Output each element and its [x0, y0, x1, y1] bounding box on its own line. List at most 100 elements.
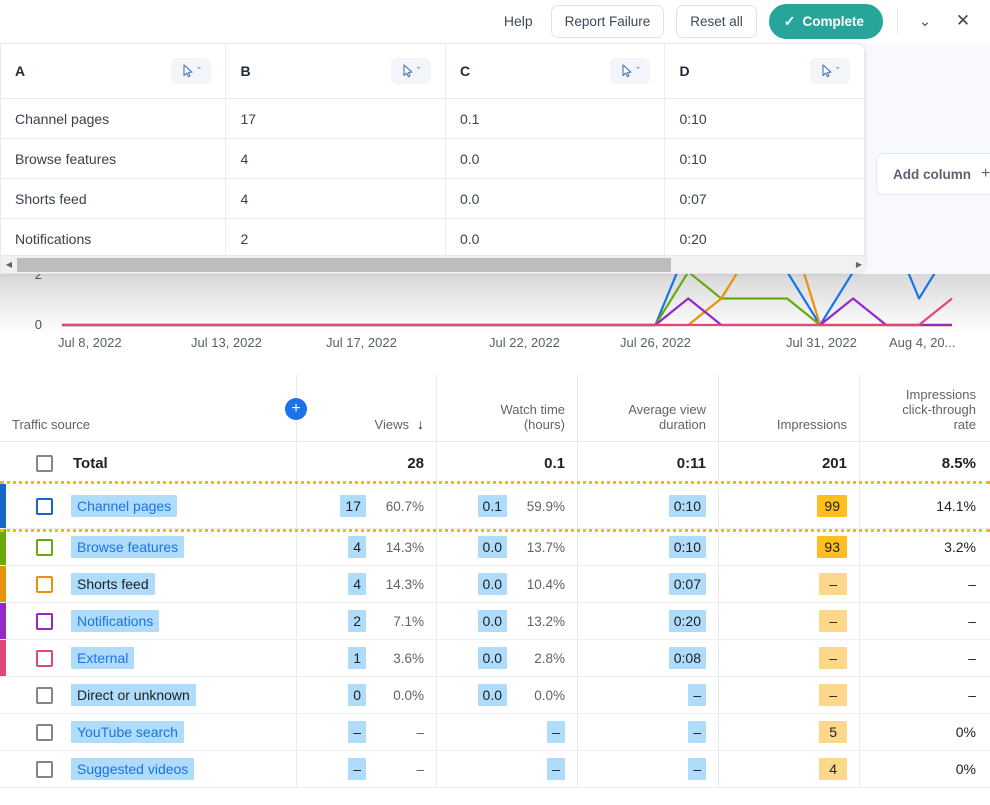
row-checkbox[interactable]: [36, 687, 53, 704]
help-link[interactable]: Help: [498, 9, 539, 33]
table-row[interactable]: Suggested videos––––40%: [0, 751, 990, 788]
row-checkbox[interactable]: [36, 724, 53, 741]
traffic-source-link[interactable]: Channel pages: [71, 495, 177, 517]
traffic-source-link[interactable]: YouTube search: [71, 721, 184, 743]
scroll-left-arrow-icon[interactable]: ◀: [1, 260, 17, 269]
sheet-cell[interactable]: 0.0: [446, 219, 665, 259]
sheet-cell[interactable]: 0.1: [446, 99, 665, 139]
average-view-duration-value: –: [688, 684, 706, 706]
sheet-cell[interactable]: 0:10: [665, 139, 865, 179]
watch-time-value: 0.1: [478, 495, 507, 517]
views-value: 4: [348, 536, 366, 558]
impressions-cell: 5: [719, 714, 860, 750]
watch-time-percent: 10.4%: [521, 577, 565, 592]
impressions-cell: –: [719, 640, 860, 676]
table-row[interactable]: Channel pages1760.7%0.159.9%0:109914.1%: [0, 484, 990, 529]
traffic-source-link[interactable]: Notifications: [71, 610, 159, 632]
scrollbar-thumb[interactable]: [17, 258, 671, 272]
toolbar-divider: [897, 8, 898, 34]
table-row[interactable]: YouTube search––––50%: [0, 714, 990, 751]
row-checkbox[interactable]: [36, 539, 53, 556]
column-header-label-line2: (hours): [500, 417, 565, 432]
sheet-cell[interactable]: 0:10: [665, 99, 865, 139]
sheet-column-header-b: Bˇ: [226, 44, 445, 99]
table-row[interactable]: Browse features414.3%0.013.7%0:10933.2%: [0, 529, 990, 566]
ctr-value: –: [968, 650, 976, 666]
views-percent: 60.7%: [380, 499, 424, 514]
average-view-duration-value: 0:08: [669, 647, 706, 669]
sheet-cell[interactable]: 0:07: [665, 179, 865, 219]
total-ctr: 8.5%: [860, 442, 990, 484]
average-view-duration-value: 0:20: [669, 610, 706, 632]
select-all-checkbox[interactable]: [36, 455, 53, 472]
scrollbar-track[interactable]: [17, 256, 851, 274]
sheet-cell[interactable]: Shorts feed: [1, 179, 226, 219]
pointer-icon: [621, 64, 634, 78]
sheet-cell[interactable]: 0:20: [665, 219, 865, 259]
views-value: 1: [348, 647, 366, 669]
column-header-label: Traffic source: [12, 417, 90, 432]
sheet-cell[interactable]: Browse features: [1, 139, 226, 179]
reset-all-button[interactable]: Reset all: [676, 5, 757, 38]
sheet-cell[interactable]: 2: [226, 219, 445, 259]
table-row[interactable]: External13.6%0.02.8%0:08––: [0, 640, 990, 677]
row-checkbox[interactable]: [36, 576, 53, 593]
total-views: 28: [297, 442, 437, 484]
column-header-watch-time[interactable]: Watch time (hours): [437, 375, 578, 441]
traffic-source-link[interactable]: Suggested videos: [71, 758, 194, 780]
impressions-cell: 4: [719, 751, 860, 787]
column-header-average-view-duration[interactable]: Average view duration: [578, 375, 719, 441]
table-row[interactable]: Notifications27.1%0.013.2%0:20––: [0, 603, 990, 640]
column-header-impressions-ctr[interactable]: Impressions click-through rate: [860, 375, 990, 441]
sheet-cell[interactable]: 0.0: [446, 179, 665, 219]
add-column-button[interactable]: Add column +: [876, 153, 990, 195]
total-row-source-cell: Total: [0, 442, 297, 484]
sheet-cell[interactable]: 0.0: [446, 139, 665, 179]
column-header-impressions[interactable]: Impressions: [719, 375, 860, 441]
average-view-duration-cell: –: [578, 714, 719, 750]
close-icon[interactable]: ✕: [950, 8, 976, 34]
sheet-column-menu-c[interactable]: ˇ: [610, 58, 650, 84]
row-checkbox[interactable]: [36, 613, 53, 630]
traffic-source-link[interactable]: External: [71, 647, 134, 669]
sheet-column-menu-a[interactable]: ˇ: [171, 58, 211, 84]
row-checkbox[interactable]: [36, 650, 53, 667]
sheet-column-header-d: Dˇ: [665, 44, 865, 99]
add-metric-button[interactable]: +: [285, 398, 307, 420]
series-color-bar: [0, 529, 6, 565]
traffic-source-link[interactable]: Direct or unknown: [71, 684, 196, 706]
traffic-source-link[interactable]: Shorts feed: [71, 573, 155, 595]
sheet-column-menu-d[interactable]: ˇ: [810, 58, 850, 84]
views-cell: 414.3%: [297, 529, 437, 565]
sheet-column-menu-b[interactable]: ˇ: [391, 58, 431, 84]
scroll-right-arrow-icon[interactable]: ▶: [851, 260, 866, 269]
complete-button[interactable]: ✓ Complete: [769, 4, 883, 39]
sheet-cell[interactable]: Channel pages: [1, 99, 226, 139]
chevron-down-icon[interactable]: ⌄: [912, 8, 938, 34]
row-checkbox[interactable]: [36, 761, 53, 778]
traffic-source-link[interactable]: Browse features: [71, 536, 184, 558]
table-row[interactable]: Shorts feed414.3%0.010.4%0:07––: [0, 566, 990, 603]
sheet-horizontal-scrollbar[interactable]: ◀ ▶: [1, 255, 866, 273]
sheet-cell[interactable]: 4: [226, 139, 445, 179]
sheet-cell[interactable]: 4: [226, 179, 445, 219]
views-percent: 7.1%: [380, 614, 424, 629]
watch-time-value: 0.0: [478, 647, 507, 669]
column-header-views[interactable]: Views ↓: [297, 375, 437, 441]
series-color-bar: [0, 640, 6, 676]
pointer-icon: [402, 64, 415, 78]
watch-time-value: 0.0: [478, 573, 507, 595]
average-view-duration-cell: 0:10: [578, 484, 719, 528]
row-checkbox[interactable]: [36, 498, 53, 515]
column-header-traffic-source[interactable]: Traffic source: [0, 375, 297, 441]
sheet-column-header-c: Cˇ: [446, 44, 665, 99]
report-failure-button[interactable]: Report Failure: [551, 5, 665, 38]
sort-descending-icon[interactable]: ↓: [417, 417, 424, 432]
sheet-cell[interactable]: Notifications: [1, 219, 226, 259]
row-source-cell: Suggested videos: [0, 751, 297, 787]
column-header-label-line1: Average view: [628, 402, 706, 417]
row-source-cell: Notifications: [0, 603, 297, 639]
sheet-cell[interactable]: 17: [226, 99, 445, 139]
sheet-header-row: AˇBˇCˇDˇ: [1, 44, 865, 99]
table-row[interactable]: Direct or unknown00.0%0.00.0%–––: [0, 677, 990, 714]
